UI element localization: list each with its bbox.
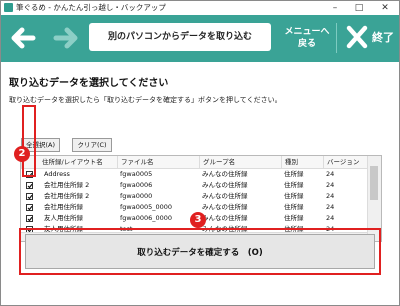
cell-file: fgwa0006 [120, 181, 153, 189]
cell-group: みんなの住所録 [202, 170, 248, 178]
cell-name: Address [44, 170, 70, 178]
column-header-type[interactable]: 種別 [281, 156, 323, 168]
row-checkbox[interactable] [26, 193, 33, 200]
cell-name: 会社用住所録 [44, 203, 83, 211]
cell-group: みんなの住所録 [202, 203, 248, 211]
cell-file: fgwa0006_0000 [120, 214, 173, 222]
menu-label-line1: メニューへ [284, 27, 330, 37]
cell-version: 24 [326, 203, 335, 211]
clear-button[interactable]: クリア(C) [72, 138, 112, 152]
cell-group: みんなの住所録 [202, 192, 248, 200]
forward-arrow-icon[interactable] [48, 20, 84, 56]
back-to-menu-button[interactable]: メニューへ 戻る [284, 21, 330, 55]
row-checkbox[interactable] [26, 182, 33, 189]
cell-version: 24 [326, 192, 335, 200]
title-bar: 筆ぐるめ - かんたん引っ越し・バックアップ – □ ✕ [1, 1, 399, 15]
cell-file: fgwa0000 [120, 192, 153, 200]
main-content: 取り込むデータを選択してください 取り込むデータを選択したら「取り込むデータを確… [1, 62, 399, 305]
cell-type: 住所録 [284, 214, 304, 222]
menu-label-line2: 戻る [297, 39, 316, 49]
column-header-file[interactable]: ファイル名 [117, 156, 199, 168]
back-arrow-icon[interactable] [5, 20, 41, 56]
row-checkbox[interactable] [26, 215, 33, 222]
table-row[interactable]: 会社用住所録 fgwa0005_0000 みんなの住所録 住所録 24 [21, 202, 367, 213]
checkbox-highlight-frame [22, 105, 36, 177]
close-window-icon[interactable]: ✕ [373, 1, 397, 15]
app-window: 筆ぐるめ - かんたん引っ越し・バックアップ – □ ✕ 別のパソコンからデータ… [0, 0, 400, 306]
app-icon [4, 3, 13, 12]
exit-button[interactable]: 終了 [342, 21, 398, 55]
checkmark-icon [27, 183, 33, 189]
table-row[interactable]: 会社用住所録 2 fgwa0006 みんなの住所録 住所録 24 [21, 180, 367, 191]
cell-type: 住所録 [284, 192, 304, 200]
cell-type: 住所録 [284, 170, 304, 178]
annotation-badge-2: 2 [14, 146, 30, 162]
instruction-text: 取り込むデータを選択したら「取り込むデータを確定する」ボタンを押してください。 [9, 96, 282, 104]
cell-name: 会社用住所録 2 [44, 192, 90, 200]
exit-label: 終了 [372, 31, 394, 44]
cell-file: fgwa0005 [120, 170, 153, 178]
cell-group: みんなの住所録 [202, 214, 248, 222]
current-step-label: 別のパソコンからデータを取り込む [89, 23, 271, 51]
column-header-version[interactable]: バージョン [323, 156, 367, 168]
table-header: 住所録/レイアウト名 ファイル名 グループ名 種別 バージョン [21, 156, 367, 169]
cell-group: みんなの住所録 [202, 181, 248, 189]
minimize-icon[interactable]: – [323, 1, 347, 15]
table-row[interactable]: Address fgwa0005 みんなの住所録 住所録 24 [21, 169, 367, 180]
toolbar-divider [336, 23, 337, 53]
maximize-icon[interactable]: □ [347, 1, 371, 15]
cell-file: fgwa0005_0000 [120, 203, 173, 211]
page-heading: 取り込むデータを選択してください [9, 78, 169, 89]
window-title: 筆ぐるめ - かんたん引っ越し・バックアップ [16, 3, 166, 12]
checkmark-icon [27, 194, 33, 200]
close-icon [346, 25, 368, 49]
column-header-group[interactable]: グループ名 [199, 156, 281, 168]
cell-name: 会社用住所録 2 [44, 181, 90, 189]
checkmark-icon [27, 216, 33, 222]
toolbar: 別のパソコンからデータを取り込む メニューへ 戻る 終了 [1, 15, 399, 62]
annotation-badge-3: 3 [190, 212, 206, 228]
cell-version: 24 [326, 170, 335, 178]
cell-version: 24 [326, 214, 335, 222]
cell-type: 住所録 [284, 203, 304, 211]
table-row[interactable]: 会社用住所録 2 fgwa0000 みんなの住所録 住所録 24 [21, 191, 367, 202]
cell-type: 住所録 [284, 181, 304, 189]
cell-version: 24 [326, 181, 335, 189]
confirm-highlight-frame: 取り込むデータを確定する (O) [19, 228, 381, 275]
cell-name: 友人用住所録 [44, 214, 83, 222]
checkmark-icon [27, 205, 33, 211]
row-checkbox[interactable] [26, 204, 33, 211]
vertical-scroll-thumb[interactable] [370, 166, 378, 200]
confirm-selection-button[interactable]: 取り込むデータを確定する (O) [25, 234, 375, 269]
